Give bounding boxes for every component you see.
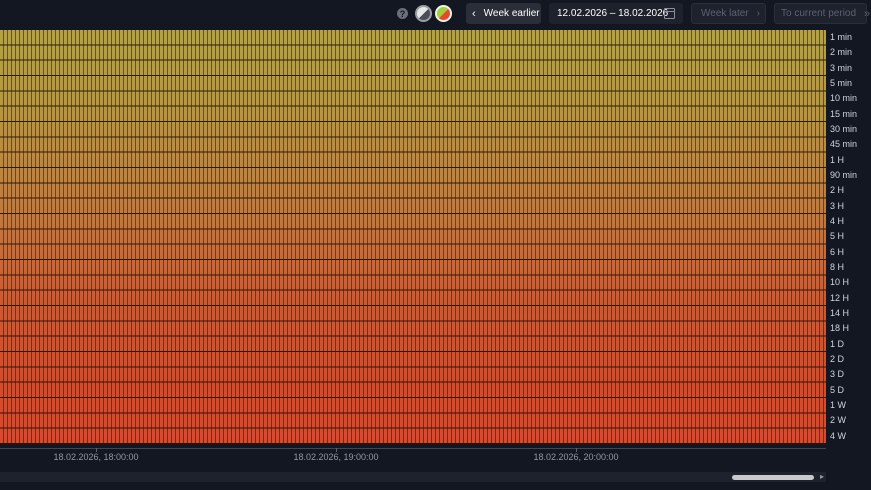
x-axis-line (0, 448, 826, 449)
to-current-period-button[interactable]: To current period » (774, 3, 871, 24)
double-chevron-right-icon: » (864, 7, 871, 20)
y-axis-label: 2 H (830, 185, 845, 196)
x-axis-label: 18.02.2026, 20:00:00 (533, 452, 619, 462)
contrast-icon[interactable] (415, 5, 432, 22)
y-axis-label: 1 H (830, 154, 845, 165)
y-axis-label: 4 H (830, 216, 845, 226)
y-axis-label: 3 D (830, 369, 845, 380)
week-earlier-label: Week earlier (483, 8, 540, 19)
y-axis-label: 8 H (830, 262, 845, 272)
chevron-left-icon: ‹ (472, 7, 476, 20)
y-axis-label: 10 min (830, 93, 858, 104)
date-range-text: 12.02.2026 – 18.02.2026 (557, 8, 669, 19)
scrollbar-thumb[interactable] (732, 475, 814, 480)
y-axis-label: 3 H (830, 200, 845, 211)
y-axis-label: 15 min (830, 108, 858, 119)
help-icon[interactable]: ? (397, 8, 408, 19)
to-current-period-label: To current period (781, 8, 857, 19)
y-axis-label: 2 D (830, 354, 845, 364)
y-axis-label: 4 W (830, 430, 847, 441)
y-axis-labels: 1 min 2 min 3 min 5 min 10 min 15 min 30 min 45… (826, 30, 871, 444)
y-axis-label: 1 min (830, 32, 853, 42)
toolbar: ? ‹ Week earlier 12.02.2026 – 18.02.2026… (0, 0, 871, 29)
x-axis: 18.02.2026, 18:00:00 18.02.2026, 19:00:00… (0, 448, 826, 470)
y-axis-label: 10 H (830, 277, 850, 288)
y-axis-label: 45 min (830, 139, 858, 150)
calendar-icon[interactable] (664, 8, 675, 19)
week-later-label: Week later (701, 8, 749, 19)
y-axis-label: 3 min (830, 62, 853, 73)
week-earlier-button[interactable]: ‹ Week earlier (466, 3, 541, 24)
x-axis-label: 18.02.2026, 18:00:00 (53, 452, 139, 462)
y-axis-label: 6 H (830, 246, 845, 257)
heatmap-grid[interactable] (0, 30, 826, 444)
horizontal-scrollbar[interactable]: ▸ (0, 472, 826, 482)
x-axis-label: 18.02.2026, 19:00:00 (293, 452, 379, 462)
scroll-right-arrow-icon[interactable]: ▸ (820, 472, 824, 482)
y-axis-label: 12 H (830, 292, 850, 303)
color-theme-icon[interactable] (435, 5, 452, 22)
date-range-picker[interactable]: 12.02.2026 – 18.02.2026 (549, 3, 683, 24)
y-axis-label: 5 min (830, 78, 853, 88)
y-axis-label: 5 D (830, 384, 845, 395)
y-axis-label: 90 min (830, 170, 858, 180)
week-later-button[interactable]: Week later › (691, 3, 766, 24)
y-axis-label: 18 H (830, 323, 850, 334)
y-axis-label: 2 W (830, 415, 847, 426)
y-axis-label: 1 W (830, 400, 847, 410)
y-axis-label: 30 min (830, 124, 858, 134)
y-axis-label: 1 D (830, 338, 845, 349)
chevron-right-icon: › (756, 8, 760, 19)
y-axis-label: 14 H (830, 308, 850, 318)
y-axis-label: 5 H (830, 231, 845, 242)
y-axis-label: 2 min (830, 47, 853, 58)
